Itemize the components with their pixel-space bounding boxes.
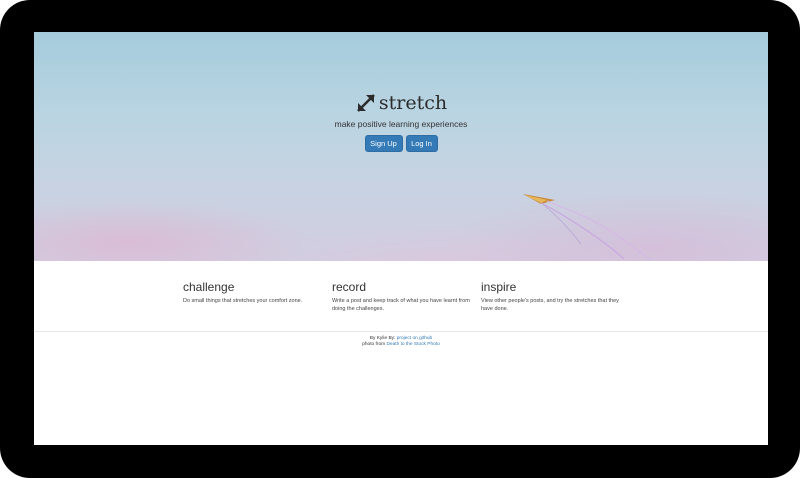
feature-text: View other people's posts, and try the s… — [481, 298, 619, 312]
kite-illustration — [523, 194, 652, 261]
photo-credit-link[interactable]: Death to the Stock Photo — [386, 342, 439, 347]
brand-name: stretch — [378, 92, 448, 114]
features-section: challenge Do small things that stretches… — [183, 280, 633, 320]
tagline: make positive learning experiences — [334, 119, 468, 129]
feature-inspire: inspire View other people's posts, and t… — [481, 280, 626, 313]
feature-challenge: challenge Do small things that stretches… — [183, 280, 328, 306]
auth-buttons: Sign Up Log In — [34, 135, 768, 152]
logo: stretch — [34, 90, 768, 116]
hero-banner: stretch make positive learning experienc… — [34, 32, 768, 261]
browser-screen: stretch make positive learning experienc… — [34, 32, 768, 445]
diagonal-expand-arrows-icon — [356, 94, 375, 112]
github-link[interactable]: project on github — [397, 336, 432, 341]
feature-record: record Write a post and keep track of wh… — [332, 280, 477, 313]
feature-title: challenge — [183, 280, 235, 294]
feature-title: inspire — [481, 280, 517, 294]
log-in-button[interactable]: Log In — [405, 135, 438, 152]
footer: By Kylie By: project on github photo fro… — [34, 336, 768, 348]
footer-divider — [34, 331, 768, 332]
feature-text: Write a post and keep track of what you … — [332, 298, 470, 312]
feature-text: Do small things that stretches your comf… — [183, 298, 303, 304]
sign-up-button[interactable]: Sign Up — [364, 135, 403, 152]
footer-photo-text: photo from — [362, 342, 386, 347]
feature-title: record — [332, 280, 367, 294]
footer-photo-line: photo from Death to the Stock Photo — [34, 342, 768, 348]
footer-by-text: By Kylie By: — [369, 336, 396, 341]
